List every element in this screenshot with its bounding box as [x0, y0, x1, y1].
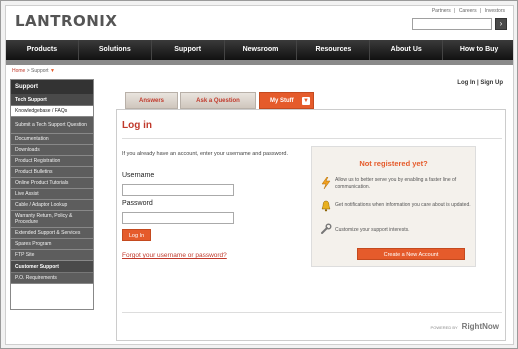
sidebar-item-po-requirements[interactable]: P.O. Requirements	[11, 273, 93, 284]
sidebar-item-documentation[interactable]: Documentation	[11, 134, 93, 145]
sidebar-item-extended-support[interactable]: Extended Support & Services	[11, 228, 93, 239]
nav-newsroom[interactable]: Newsroom	[225, 40, 298, 60]
register-title: Not registered yet?	[359, 159, 428, 168]
powered-by-rightnow: POWERED BY RightNow	[431, 322, 499, 331]
breadcrumb-support[interactable]: Support	[31, 68, 49, 74]
divider	[122, 312, 502, 313]
search-button[interactable]: ›	[495, 18, 507, 30]
subnav-bar	[6, 60, 513, 65]
sidebar-heading: Support	[11, 80, 93, 94]
register-benefit-customize: Customize your support interests.	[335, 227, 410, 233]
register-box: Not registered yet? Allow us to better s…	[311, 146, 476, 267]
login-panel: Log in If you already have an account, e…	[116, 109, 506, 341]
top-links: Partners | Careers | Investors	[430, 8, 505, 14]
account-links: Log In | Sign Up	[457, 80, 503, 86]
register-benefit-communication: Allow us to better serve you by enabling…	[335, 177, 457, 190]
top-link-sep: |	[454, 8, 456, 14]
sidebar-item-product-bulletins[interactable]: Product Bulletins	[11, 167, 93, 178]
divider	[122, 138, 502, 139]
sidebar-section-tech-support[interactable]: Tech Support	[11, 94, 93, 106]
search-input[interactable]	[412, 18, 492, 30]
nav-support[interactable]: Support	[152, 40, 225, 60]
main-nav: Products Solutions Support Newsroom Reso…	[6, 40, 513, 60]
partners-link[interactable]: Partners	[432, 8, 451, 14]
rightnow-logo[interactable]: RightNow	[462, 322, 499, 331]
logo-text: LANTRONIX	[15, 12, 118, 30]
tab-my-stuff[interactable]: My Stuff ▼	[259, 92, 314, 109]
chevron-down-icon[interactable]: ▼	[50, 68, 55, 74]
signup-link[interactable]: Sign Up	[480, 80, 503, 86]
sidebar-item-submit-question[interactable]: Submit a Tech Support Question	[11, 117, 93, 134]
forgot-credentials-link[interactable]: Forgot your username or password?	[122, 252, 227, 259]
sidebar-item-downloads[interactable]: Downloads	[11, 145, 93, 156]
sidebar-item-spares-program[interactable]: Spares Program	[11, 239, 93, 250]
wrench-icon	[321, 223, 332, 234]
tab-ask-question[interactable]: Ask a Question	[180, 92, 256, 109]
lightning-icon	[321, 177, 331, 189]
powered-by-label: POWERED BY	[430, 325, 458, 330]
username-field[interactable]	[122, 184, 234, 196]
support-sidebar: Support Tech Support Knowledgebase / FAQ…	[10, 79, 94, 310]
investors-link[interactable]: Investors	[485, 8, 505, 14]
sidebar-item-online-tutorials[interactable]: Online Product Tutorials	[11, 178, 93, 189]
password-field[interactable]	[122, 212, 234, 224]
account-sep: |	[476, 80, 479, 86]
nav-resources[interactable]: Resources	[297, 40, 371, 60]
password-label: Password	[122, 200, 153, 207]
page-title: Log in	[122, 120, 152, 131]
tab-my-stuff-label: My Stuff	[270, 98, 294, 104]
nav-solutions[interactable]: Solutions	[79, 40, 152, 60]
sidebar-item-ftp-site[interactable]: FTP Site	[11, 250, 93, 261]
careers-link[interactable]: Careers	[459, 8, 477, 14]
browser-frame: LANTRONIX Partners | Careers | Investors…	[0, 0, 518, 349]
sidebar-section-customer-support[interactable]: Customer Support	[11, 261, 93, 273]
breadcrumb-home[interactable]: Home	[12, 68, 25, 74]
register-benefit-notifications: Get notifications when information you c…	[335, 202, 471, 208]
top-link-sep: |	[480, 8, 482, 14]
nav-about-us[interactable]: About Us	[370, 40, 444, 60]
login-link[interactable]: Log In	[457, 80, 475, 86]
sidebar-item-knowledgebase[interactable]: Knowledgebase / FAQs	[11, 106, 93, 117]
login-button[interactable]: Log In	[122, 229, 151, 241]
dropdown-arrow-icon[interactable]: ▼	[302, 97, 310, 105]
nav-how-to-buy[interactable]: How to Buy	[443, 40, 513, 60]
sidebar-item-cable-lookup[interactable]: Cable / Adaptor Lookup	[11, 200, 93, 211]
breadcrumb-sep: >	[26, 68, 30, 74]
breadcrumb: Home > Support ▼	[12, 68, 55, 74]
sidebar-item-product-registration[interactable]: Product Registration	[11, 156, 93, 167]
sidebar-item-live-assist[interactable]: Live Assist	[11, 189, 93, 200]
username-label: Username	[122, 172, 155, 179]
tab-answers[interactable]: Answers	[125, 92, 178, 109]
sidebar-item-warranty-return[interactable]: Warranty Return, Policy & Procedure	[11, 211, 93, 228]
login-intro: If you already have an account, enter yo…	[122, 151, 289, 157]
create-account-button[interactable]: Create a New Account	[357, 248, 465, 260]
bell-icon	[321, 200, 331, 212]
nav-products[interactable]: Products	[6, 40, 79, 60]
lantronix-logo[interactable]: LANTRONIX	[15, 12, 117, 30]
page: LANTRONIX Partners | Careers | Investors…	[5, 5, 514, 345]
